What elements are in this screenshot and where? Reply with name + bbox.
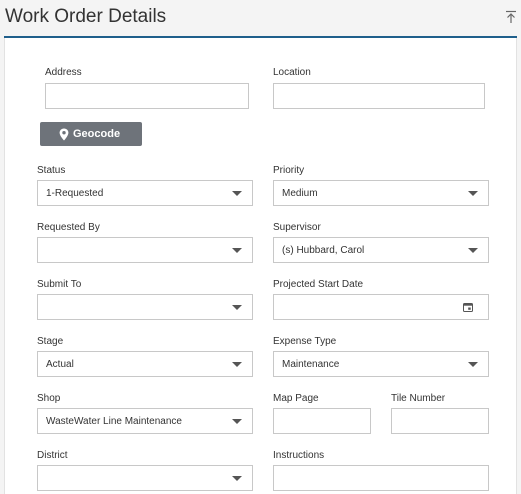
supervisor-label: Supervisor	[273, 222, 321, 233]
instructions-field[interactable]	[273, 465, 489, 491]
expense-type-select[interactable]: Maintenance	[273, 351, 489, 377]
tile-number-label: Tile Number	[391, 393, 446, 404]
caret-down-icon	[232, 419, 242, 424]
supervisor-value: (s) Hubbard, Carol	[282, 245, 365, 256]
caret-down-icon	[232, 248, 242, 253]
status-select[interactable]: 1-Requested	[37, 180, 253, 206]
priority-value: Medium	[282, 188, 318, 199]
location-label: Location	[273, 67, 311, 78]
address-label: Address	[45, 67, 82, 78]
instructions-label: Instructions	[273, 450, 325, 461]
caret-down-icon	[232, 305, 242, 310]
stage-select[interactable]: Actual	[37, 351, 253, 377]
requested-by-label: Requested By	[37, 222, 100, 233]
tile-number-field[interactable]	[391, 408, 489, 434]
projected-start-date-label: Projected Start Date	[273, 279, 364, 290]
caret-down-icon	[468, 362, 478, 367]
status-label: Status	[37, 165, 66, 176]
geocode-button[interactable]: Geocode	[40, 122, 142, 146]
shop-value: WasteWater Line Maintenance	[46, 416, 182, 427]
shop-label: Shop	[37, 393, 61, 404]
map-page-label: Map Page	[273, 393, 319, 404]
priority-label: Priority	[273, 165, 305, 176]
map-page-field[interactable]	[273, 408, 371, 434]
caret-down-icon	[232, 191, 242, 196]
caret-down-icon	[468, 248, 478, 253]
address-field[interactable]	[45, 83, 249, 109]
caret-down-icon	[232, 476, 242, 481]
stage-value: Actual	[46, 359, 74, 370]
geocode-button-label: Geocode	[73, 128, 121, 140]
supervisor-select[interactable]: (s) Hubbard, Carol	[273, 237, 489, 263]
stage-label: Stage	[37, 336, 64, 347]
district-label: District	[37, 450, 68, 461]
panel-header: Work Order Details	[0, 0, 521, 37]
calendar-icon[interactable]	[463, 302, 473, 312]
expense-type-value: Maintenance	[282, 359, 340, 370]
caret-down-icon	[468, 191, 478, 196]
requested-by-select[interactable]	[37, 237, 253, 263]
submit-to-label: Submit To	[37, 279, 82, 290]
shop-select[interactable]: WasteWater Line Maintenance	[37, 408, 253, 434]
priority-select[interactable]: Medium	[273, 180, 489, 206]
collapse-up-icon[interactable]	[505, 10, 517, 24]
district-select[interactable]	[37, 465, 253, 491]
expense-type-label: Expense Type	[273, 336, 337, 347]
page-title: Work Order Details	[5, 6, 167, 27]
submit-to-select[interactable]	[37, 294, 253, 320]
projected-start-date-field[interactable]	[273, 294, 489, 320]
location-field[interactable]	[273, 83, 485, 109]
status-value: 1-Requested	[46, 188, 104, 199]
map-pin-icon	[59, 128, 69, 141]
caret-down-icon	[232, 362, 242, 367]
